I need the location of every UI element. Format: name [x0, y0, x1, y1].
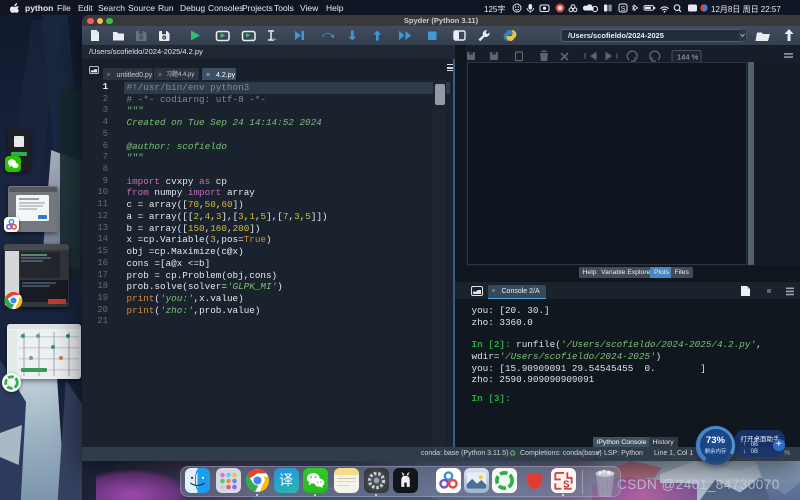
svg-text:S: S [621, 6, 626, 13]
svg-text:/Users/scofieldo/2024-2025: /Users/scofieldo/2024-2025 [568, 31, 664, 40]
svg-text:144 %: 144 % [677, 52, 699, 61]
svg-text:S: S [562, 479, 569, 490]
